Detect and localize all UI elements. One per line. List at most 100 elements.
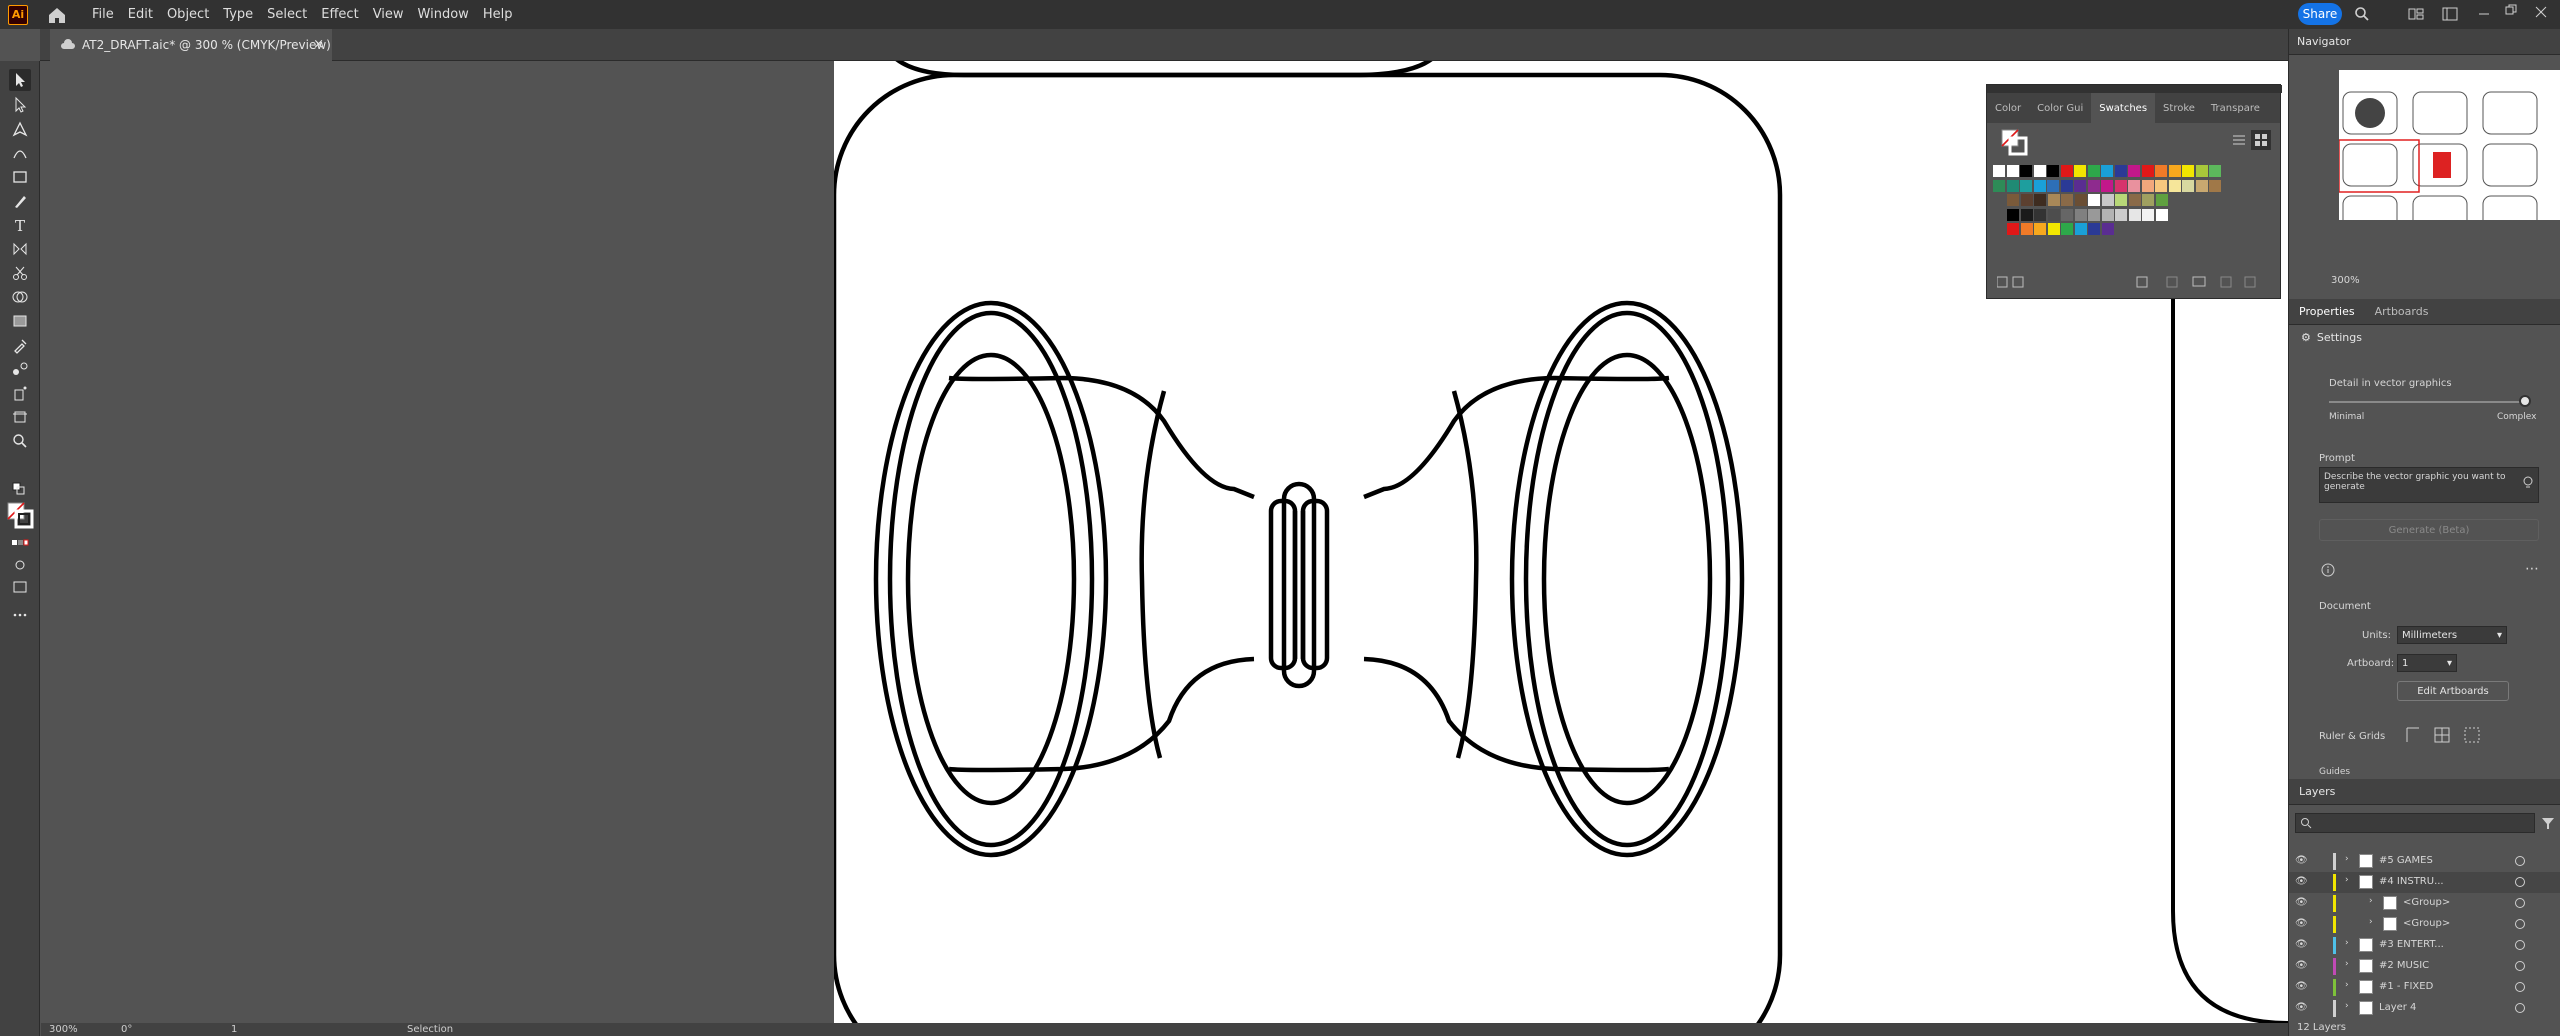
swatch-chip[interactable] xyxy=(2088,223,2100,235)
swatch-chip[interactable] xyxy=(2047,179,2059,192)
list-view-icon[interactable] xyxy=(2232,133,2246,147)
swatch-chip[interactable] xyxy=(2087,179,2100,192)
close-window-icon[interactable] xyxy=(2535,6,2547,18)
swatch-chip[interactable] xyxy=(2088,194,2100,206)
swatch-chip[interactable] xyxy=(2006,165,2019,177)
swatch-chip[interactable] xyxy=(1993,165,2005,177)
layer-name[interactable]: #4 INSTRU... xyxy=(2379,876,2444,887)
swatch-chip[interactable] xyxy=(2155,165,2167,177)
target-circle-icon[interactable] xyxy=(2515,1003,2525,1013)
swatch-chip[interactable] xyxy=(2168,165,2181,177)
tab-properties[interactable]: Properties xyxy=(2289,299,2365,325)
swatch-chip[interactable] xyxy=(2155,179,2167,192)
artboard-number[interactable]: 1 xyxy=(231,1024,237,1035)
expand-chevron-icon[interactable]: › xyxy=(2345,875,2349,885)
swatch-chip[interactable] xyxy=(2034,194,2046,206)
visibility-eye-icon[interactable]: 👁 xyxy=(2295,855,2308,866)
swatch-chip[interactable] xyxy=(2115,208,2127,221)
target-circle-icon[interactable] xyxy=(2515,898,2525,908)
tab-color[interactable]: Color xyxy=(1987,93,2029,123)
swatch-chip[interactable] xyxy=(2101,208,2114,221)
workspace-icon[interactable] xyxy=(2442,7,2458,21)
swatch-chip[interactable] xyxy=(2060,179,2073,192)
visibility-eye-icon[interactable]: 👁 xyxy=(2295,960,2308,971)
target-circle-icon[interactable] xyxy=(2515,877,2525,887)
swatch-chip[interactable] xyxy=(2007,223,2019,235)
target-circle-icon[interactable] xyxy=(2515,961,2525,971)
zoom-tool-icon[interactable] xyxy=(9,430,31,452)
swatch-chip[interactable] xyxy=(2060,165,2073,177)
swatch-chip[interactable] xyxy=(2209,165,2221,177)
menu-view[interactable]: View xyxy=(373,7,404,22)
visibility-eye-icon[interactable]: 👁 xyxy=(2295,1002,2308,1013)
prompt-input[interactable]: Describe the vector graphic you want to … xyxy=(2319,467,2539,503)
layer-row[interactable]: 👁 › #5 GAMES xyxy=(2289,851,2560,872)
swatch-chip[interactable] xyxy=(2101,223,2114,235)
menu-window[interactable]: Window xyxy=(418,7,469,22)
swatch-chip[interactable] xyxy=(2168,179,2181,192)
visibility-eye-icon[interactable]: 👁 xyxy=(2295,897,2308,908)
menu-object[interactable]: Object xyxy=(167,7,209,22)
swatch-chip[interactable] xyxy=(2020,179,2032,192)
visibility-eye-icon[interactable]: 👁 xyxy=(2295,876,2308,887)
eyedropper-tool-icon[interactable] xyxy=(9,334,31,356)
layer-name[interactable]: <Group> xyxy=(2403,897,2450,908)
layer-name[interactable]: #3 ENTERT... xyxy=(2379,939,2444,950)
swatch-chip[interactable] xyxy=(2047,223,2060,235)
expand-chevron-icon[interactable]: › xyxy=(2345,938,2349,948)
expand-chevron-icon[interactable]: › xyxy=(2345,980,2349,990)
swatch-chip[interactable] xyxy=(2182,179,2194,192)
swatch-chip[interactable] xyxy=(2047,194,2060,206)
rotation-value[interactable]: 0° xyxy=(121,1024,132,1035)
zoom-level[interactable]: 300% xyxy=(49,1024,78,1035)
artboard-select[interactable]: 1 ▾ xyxy=(2397,654,2457,672)
generate-button[interactable]: Generate (Beta) xyxy=(2319,519,2539,541)
layer-row[interactable]: 👁 › #2 MUSIC xyxy=(2289,956,2560,977)
layer-row[interactable]: 👁 › #3 ENTERT... xyxy=(2289,935,2560,956)
swatch-chip[interactable] xyxy=(2182,165,2194,177)
expand-chevron-icon[interactable]: › xyxy=(2369,917,2373,927)
minimize-icon[interactable] xyxy=(2478,8,2490,20)
visibility-eye-icon[interactable]: 👁 xyxy=(2295,981,2308,992)
visibility-eye-icon[interactable]: 👁 xyxy=(2295,918,2308,929)
swatch-chip[interactable] xyxy=(2128,208,2141,221)
fill-stroke-icon[interactable] xyxy=(6,501,34,529)
swatch-chip[interactable] xyxy=(1993,179,2005,192)
swatch-chip[interactable] xyxy=(2020,208,2033,221)
swatch-chip[interactable] xyxy=(2115,194,2127,206)
target-circle-icon[interactable] xyxy=(2515,919,2525,929)
swatch-chip[interactable] xyxy=(2142,208,2154,221)
swatch-chip[interactable] xyxy=(2088,208,2100,221)
grid-view-icon[interactable] xyxy=(2251,130,2271,150)
ruler-grid-buttons[interactable] xyxy=(2405,726,2485,744)
menu-edit[interactable]: Edit xyxy=(128,7,153,22)
expand-chevron-icon[interactable]: › xyxy=(2369,896,2373,906)
target-circle-icon[interactable] xyxy=(2515,856,2525,866)
swatch-chip[interactable] xyxy=(2209,179,2221,192)
filter-icon[interactable] xyxy=(2541,816,2555,830)
swatch-chip[interactable] xyxy=(2128,179,2140,192)
more-options-icon[interactable]: ⋯ xyxy=(2525,561,2539,577)
layer-name[interactable]: #1 - FIXED xyxy=(2379,981,2433,992)
document-tab[interactable]: AT2_DRAFT.aic* @ 300 % (CMYK/Preview) × xyxy=(50,29,332,61)
menu-type[interactable]: Type xyxy=(223,7,253,22)
layer-name[interactable]: #5 GAMES xyxy=(2379,855,2433,866)
swatch-chip[interactable] xyxy=(2020,194,2033,206)
swatch-chip[interactable] xyxy=(2033,179,2046,192)
gradient-tool-icon[interactable] xyxy=(9,310,31,332)
swatch-chip[interactable] xyxy=(2061,208,2073,221)
home-icon[interactable] xyxy=(46,4,68,26)
swatch-chip[interactable] xyxy=(2033,165,2046,177)
symbol-sprayer-tool-icon[interactable] xyxy=(9,382,31,404)
screen-mode-icon[interactable] xyxy=(9,576,31,598)
navigator-thumbnail[interactable] xyxy=(2338,70,2560,239)
tab-artboards[interactable]: Artboards xyxy=(2365,299,2439,325)
swatch-chip[interactable] xyxy=(2195,179,2208,192)
swatch-chip[interactable] xyxy=(2128,165,2140,177)
restore-icon[interactable] xyxy=(2505,4,2517,16)
paintbrush-tool-icon[interactable] xyxy=(9,190,31,212)
share-button[interactable]: Share xyxy=(2298,3,2342,25)
expand-chevron-icon[interactable]: › xyxy=(2345,1001,2349,1011)
swatch-chip[interactable] xyxy=(2101,194,2114,206)
swatch-chip[interactable] xyxy=(2114,179,2127,192)
